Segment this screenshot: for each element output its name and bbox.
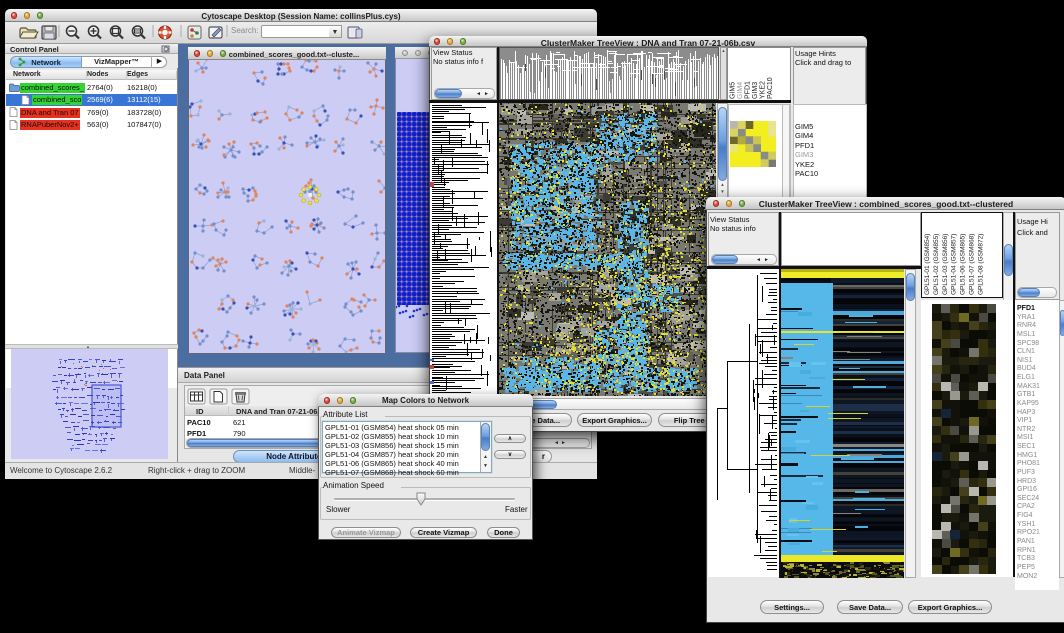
svg-text:GPL51-08 (GSM872): GPL51-08 (GSM872) [977, 234, 984, 295]
svg-text:PAC10: PAC10 [767, 77, 774, 99]
svg-text:GIM4: GIM4 [737, 82, 744, 99]
svg-text:GPL51-03 (GSM856): GPL51-03 (GSM856) [942, 234, 949, 295]
svg-text:GPL51-04 (GSM857): GPL51-04 (GSM857) [951, 234, 958, 295]
svg-text:GPL51-01 (GSM854): GPL51-01 (GSM854) [924, 234, 931, 295]
svg-text:GPL51-07 (GSM868): GPL51-07 (GSM868) [969, 234, 976, 295]
svg-text:GIM3: GIM3 [752, 82, 759, 99]
svg-text:PFD1: PFD1 [745, 81, 752, 99]
svg-text:GIM5: GIM5 [730, 82, 737, 99]
svg-text:GPL51-06 (GSM865): GPL51-06 (GSM865) [960, 234, 967, 295]
svg-text:YKE2: YKE2 [760, 81, 767, 99]
svg-text:GPL51-02 (GSM855): GPL51-02 (GSM855) [933, 234, 940, 295]
